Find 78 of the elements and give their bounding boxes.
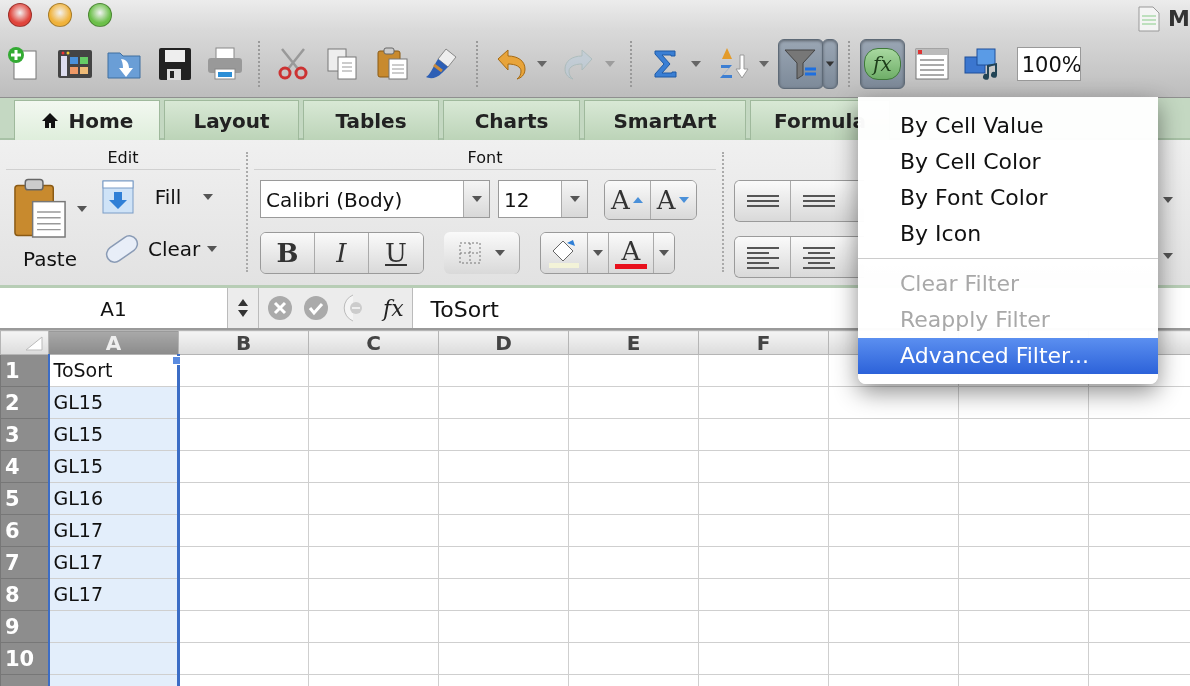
caret-icon [758, 60, 770, 68]
ribbon-tab[interactable]: Home [14, 100, 160, 140]
caret-icon [690, 60, 702, 68]
color-swatch [615, 263, 647, 269]
caret-icon [592, 249, 604, 257]
ribbon-tab[interactable]: Charts [443, 100, 580, 140]
caret-icon [493, 249, 506, 257]
align-left-icon [745, 245, 780, 269]
fill-color-button[interactable] [541, 233, 588, 273]
zoom-field[interactable]: 100% [1016, 46, 1081, 81]
align-middle-icon [802, 195, 836, 207]
paint-bucket-icon [547, 237, 581, 269]
caret-icon [825, 59, 835, 68]
caret-icon [206, 245, 219, 253]
grow-font-button[interactable]: A [605, 181, 651, 219]
fill-handle[interactable] [172, 356, 181, 365]
clear-button[interactable]: Clear [102, 232, 219, 266]
table-cell: GL15 [48, 450, 179, 483]
caret-icon [568, 195, 581, 203]
align-top-icon [745, 195, 780, 207]
fx-button[interactable]: fx [383, 291, 404, 325]
table-cell: GL17 [48, 546, 179, 579]
align-top-button[interactable] [735, 181, 791, 221]
column-header[interactable]: F [698, 330, 829, 355]
clipboard-icon [12, 178, 68, 240]
align-center-icon [802, 245, 836, 269]
caret-icon [470, 195, 483, 203]
column-header[interactable]: D [438, 330, 569, 355]
font-size-field[interactable]: 12 [498, 180, 588, 218]
bold-button[interactable]: B [261, 233, 315, 273]
dropdown-icon [1162, 196, 1174, 204]
table-cell: GL17 [48, 578, 179, 611]
dropdown-button[interactable] [822, 38, 838, 89]
menu-item[interactable]: By Icon [858, 216, 1158, 252]
menu-item[interactable]: By Cell Color [858, 144, 1158, 180]
name-box[interactable]: A1 [0, 288, 228, 328]
dropdown-icon [1162, 252, 1174, 260]
borders-button[interactable] [444, 232, 520, 274]
window-title: M [1168, 5, 1190, 33]
table-cell: GL16 [48, 482, 179, 515]
confirm-icon[interactable] [303, 295, 329, 321]
fill-down-icon [102, 180, 134, 214]
paste-button[interactable]: Paste [12, 178, 88, 274]
align-left-button[interactable] [735, 237, 791, 277]
table-cell: GL17 [48, 514, 179, 547]
ribbon-tab[interactable]: Tables [303, 100, 439, 140]
font-name-field[interactable]: Calibri (Body) [260, 180, 490, 218]
caret-icon [76, 205, 88, 213]
printer-icon [206, 44, 244, 83]
menu-item[interactable]: Advanced Filter... [858, 338, 1158, 374]
up-triangle-icon [631, 196, 644, 204]
caret-icon [202, 193, 214, 201]
caret-icon [536, 60, 548, 68]
ribbon-tab[interactable]: Layout [164, 100, 299, 140]
formula-builder-icon: fx [864, 47, 901, 80]
select-all-button[interactable] [0, 330, 49, 355]
caret-icon [604, 60, 616, 68]
column-header[interactable]: C [308, 330, 439, 355]
cancel-icon[interactable] [267, 295, 293, 321]
fill-button[interactable]: Fill [102, 180, 219, 214]
table-cell: ToSort [48, 354, 179, 387]
borders-icon [457, 241, 482, 265]
column-header[interactable]: E [568, 330, 699, 355]
menu-item[interactable]: By Font Color [858, 180, 1158, 216]
table-cell: GL15 [48, 386, 179, 419]
group-title: Font [254, 140, 716, 170]
stepper-icon[interactable] [237, 297, 249, 319]
minimize-button[interactable] [48, 3, 72, 27]
table-cell: GL15 [48, 418, 179, 451]
ribbon-tab[interactable]: SmartArt [584, 100, 746, 140]
filter-button[interactable] [778, 38, 824, 89]
zoom-button[interactable] [88, 3, 112, 27]
caret-icon [658, 249, 670, 257]
formula-builder-button[interactable]: fx [860, 38, 905, 89]
close-button[interactable] [8, 3, 32, 27]
group-title: Edit [6, 140, 240, 170]
down-triangle-icon [677, 196, 690, 204]
column-header[interactable]: B [178, 330, 309, 355]
